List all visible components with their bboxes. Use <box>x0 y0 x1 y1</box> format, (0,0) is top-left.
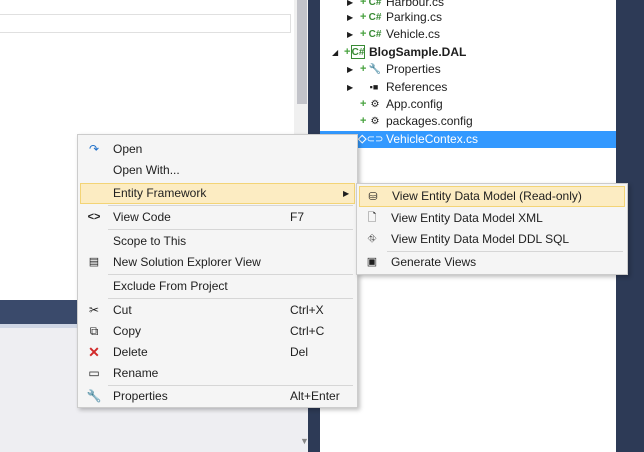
menu-item-label: Delete <box>113 345 148 359</box>
menu-item-label: Open <box>113 142 143 156</box>
editor-navigation-bar[interactable] <box>0 14 291 33</box>
collapse-arrow-icon[interactable]: ◢ <box>332 44 338 61</box>
pending-add-icon: + <box>360 115 367 127</box>
menu-item-label: View Code <box>113 210 171 224</box>
menu-item-shortcut: Alt+Enter <box>290 389 340 403</box>
menu-item-shortcut: Ctrl+X <box>290 303 324 317</box>
menu-item-open-with[interactable]: Open With... <box>80 160 355 181</box>
pending-add-icon: + <box>360 63 367 75</box>
tree-item-vehiclecontex[interactable]: ◇ ⊂⊃ VehicleContex.cs <box>320 131 616 148</box>
menu-item-rename[interactable]: ▭ Rename <box>80 363 355 384</box>
tree-item-label: Parking.cs <box>386 10 443 24</box>
pending-add-icon: + <box>360 98 367 110</box>
csharp-file-icon: ⊂⊃ <box>366 133 384 145</box>
entity-framework-submenu: ⛁ View Entity Data Model (Read-only) 🗋 V… <box>356 183 628 275</box>
menu-item-new-solution-explorer-view[interactable]: ▤ New Solution Explorer View <box>80 252 355 273</box>
tree-item-label: Properties <box>386 62 441 76</box>
menu-item-label: New Solution Explorer View <box>113 255 261 269</box>
wrench-icon: 🔧 <box>368 63 382 75</box>
menu-separator <box>108 274 353 275</box>
copy-icon: ⧉ <box>89 324 99 338</box>
wrench-icon: 🔧 <box>86 389 102 403</box>
scissors-icon: ✂ <box>88 303 100 317</box>
submenu-item-view-edm-ddl-sql[interactable]: ⛗ View Entity Data Model DDL SQL <box>359 229 625 250</box>
config-file-icon: ⚙ <box>370 115 380 127</box>
submenu-item-view-edm-xml[interactable]: 🗋 View Entity Data Model XML <box>359 208 625 229</box>
menu-item-shortcut: F7 <box>290 210 305 224</box>
pending-add-icon: + <box>360 11 367 23</box>
menu-item-cut[interactable]: ✂ Cut Ctrl+X <box>80 300 355 321</box>
tree-item-properties[interactable]: ▶ + 🔧 Properties <box>320 61 616 78</box>
menu-item-open[interactable]: ↷ Open <box>80 139 355 160</box>
tree-item-app-config[interactable]: + ⚙ App.config <box>320 96 616 113</box>
entity-model-icon: ⛁ <box>368 191 378 203</box>
expand-arrow-icon[interactable]: ▶ <box>347 61 353 78</box>
new-explorer-view-icon: ▤ <box>88 256 100 268</box>
submenu-item-label: View Entity Data Model XML <box>391 211 543 225</box>
view-code-icon: <> <box>87 211 101 223</box>
pending-add-icon: + <box>344 46 351 58</box>
tree-item-label: References <box>386 80 448 94</box>
menu-item-label: Properties <box>113 389 168 403</box>
ddl-sql-icon: ⛗ <box>367 233 377 245</box>
csharp-file-icon: C# <box>368 28 382 40</box>
csharp-file-icon: C# <box>368 11 382 23</box>
open-icon: ↷ <box>88 142 100 156</box>
tree-item-label: packages.config <box>386 114 473 128</box>
tree-item-blogsample-dal[interactable]: ◢ + C# BlogSample.DAL <box>320 44 616 61</box>
tree-item-label: VehicleContex.cs <box>386 132 479 146</box>
menu-item-scope-to-this[interactable]: Scope to This <box>80 231 355 252</box>
menu-item-label: Rename <box>113 366 159 380</box>
submenu-item-label: View Entity Data Model (Read-only) <box>392 189 582 203</box>
tree-item-label: BlogSample.DAL <box>369 45 467 59</box>
menu-item-label: Scope to This <box>113 234 187 248</box>
tree-item-label: Vehicle.cs <box>386 27 441 41</box>
xml-icon: 🗋 <box>367 212 377 224</box>
menu-item-shortcut: Del <box>290 345 309 359</box>
delete-icon: ✕ <box>88 344 100 360</box>
menu-item-delete[interactable]: ✕ Delete Del <box>80 342 355 363</box>
rename-icon: ▭ <box>88 366 100 380</box>
scrollbar-thumb[interactable] <box>297 0 307 104</box>
tree-item-label: App.config <box>386 97 443 111</box>
menu-item-properties[interactable]: 🔧 Properties Alt+Enter <box>80 386 355 407</box>
tree-item-vehicle[interactable]: ▶ + C# Vehicle.cs <box>320 26 616 43</box>
expand-arrow-icon[interactable]: ▶ <box>347 79 353 96</box>
menu-separator <box>108 298 353 299</box>
references-icon: ▪■ <box>369 81 379 92</box>
menu-item-label: Exclude From Project <box>113 279 228 293</box>
tree-item-packages-config[interactable]: + ⚙ packages.config <box>320 113 616 130</box>
tree-item-references[interactable]: ▶ ▪■ References <box>320 79 616 96</box>
menu-item-label: Open With... <box>113 163 180 177</box>
submenu-item-generate-views[interactable]: ▣ Generate Views <box>359 252 625 273</box>
pending-add-icon: ◇ <box>358 133 367 145</box>
menu-item-entity-framework[interactable]: Entity Framework ▶ <box>80 183 355 204</box>
context-menu: ↷ Open Open With... Entity Framework ▶ <… <box>77 134 358 408</box>
generate-views-icon: ▣ <box>366 256 378 268</box>
menu-item-copy[interactable]: ⧉ Copy Ctrl+C <box>80 321 355 342</box>
menu-item-exclude-from-project[interactable]: Exclude From Project <box>80 276 355 297</box>
tree-item-parking[interactable]: ▶ + C# Parking.cs <box>320 9 616 26</box>
expand-arrow-icon[interactable]: ▶ <box>347 26 353 43</box>
csharp-project-icon: C# <box>351 45 365 59</box>
menu-item-label: Cut <box>113 303 132 317</box>
submenu-item-label: Generate Views <box>391 255 477 269</box>
menu-separator <box>108 205 353 206</box>
pending-add-icon: + <box>360 28 367 40</box>
submenu-item-view-edm-readonly[interactable]: ⛁ View Entity Data Model (Read-only) <box>359 186 625 207</box>
menu-separator <box>108 229 353 230</box>
menu-item-shortcut: Ctrl+C <box>290 324 325 338</box>
menu-item-view-code[interactable]: <> View Code F7 <box>80 207 355 228</box>
menu-item-label: Entity Framework <box>113 186 207 200</box>
config-file-icon: ⚙ <box>370 98 380 110</box>
submenu-arrow-icon: ▶ <box>343 189 350 198</box>
menu-item-label: Copy <box>113 324 142 338</box>
submenu-item-label: View Entity Data Model DDL SQL <box>391 232 570 246</box>
expand-arrow-icon[interactable]: ▶ <box>347 9 353 26</box>
